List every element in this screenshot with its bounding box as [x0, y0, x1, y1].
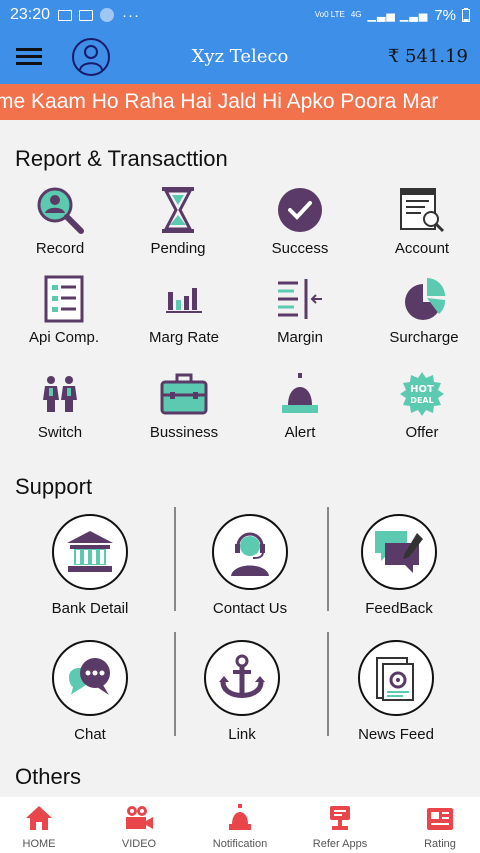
wallet-balance[interactable]: ₹ 541.19	[388, 46, 468, 67]
document-search-icon	[400, 188, 445, 233]
svg-text:DEAL: DEAL	[410, 396, 433, 405]
grid-item-label: Offer	[405, 424, 439, 441]
battery-percent: 7%	[434, 6, 456, 24]
rating-icon	[427, 808, 453, 830]
news-feed-icon	[376, 657, 414, 701]
nav-label: Refer Apps	[312, 838, 368, 850]
chat-icon	[69, 658, 110, 695]
grid-item-label: Pending	[150, 240, 206, 257]
hot-deal-icon: HOTDEAL	[400, 372, 444, 416]
others-section-title: Others	[15, 764, 82, 789]
support-item-label: Contact Us	[212, 600, 288, 617]
hourglass-icon	[162, 187, 194, 233]
gallery-icon	[58, 9, 73, 21]
grid-item-offer[interactable]: HOT DEAL Offer	[362, 368, 480, 441]
support-item-label: Link	[228, 726, 256, 743]
check-circle-icon	[278, 188, 322, 232]
signal-icon: ▁▃▅ ▁▃▅	[367, 9, 429, 22]
grid-item-pending[interactable]: Pending	[118, 184, 238, 257]
grid-item-label: Switch	[37, 424, 83, 441]
nav-notification[interactable]: Notification	[192, 797, 288, 850]
feedback-icon	[375, 531, 423, 573]
notification-bell-icon	[229, 804, 251, 830]
grid-item-success[interactable]: Success	[240, 184, 360, 257]
grid-item-alert[interactable]: Alert	[240, 368, 360, 441]
grid-item-switch[interactable]: Switch	[0, 368, 120, 441]
grid-item-bussiness[interactable]: Bussiness	[124, 368, 244, 441]
bottom-navigation: HOME VIDEO Notification Refer Apps Ratin…	[0, 797, 480, 853]
nav-label: HOME	[22, 838, 56, 850]
app-notification-icon	[100, 8, 115, 22]
support-item-feedback[interactable]: FeedBack	[323, 514, 475, 617]
status-bar: 23:20 ··· Vo0 LTE 4G ▁▃▅ ▁▃▅ 7%	[0, 0, 480, 30]
grid-item-label: Api Comp.	[28, 329, 100, 346]
grid-item-label: Record	[35, 240, 85, 257]
grid-item-api-comp[interactable]: Api Comp.	[4, 273, 124, 346]
grid-item-label: Marg Rate	[148, 329, 220, 346]
bar-chart-icon	[166, 288, 202, 313]
support-item-link[interactable]: Link	[166, 640, 318, 743]
support-item-label: Chat	[74, 726, 106, 743]
bank-icon	[67, 531, 113, 572]
grid-item-margin[interactable]: Margin	[240, 273, 360, 346]
grid-item-label: Account	[394, 240, 450, 257]
anchor-icon	[219, 654, 265, 698]
briefcase-icon	[160, 373, 208, 415]
marquee-text: me Kaam Ho Raha Hai Jald Hi Apko Poora M…	[0, 90, 439, 113]
support-item-news-feed[interactable]: News Feed	[320, 640, 472, 743]
network-label: Vo0 LTE	[314, 10, 345, 19]
nav-label: VIDEO	[121, 838, 157, 850]
svg-text:HOT: HOT	[410, 384, 434, 395]
signal-label: 4G	[350, 10, 362, 19]
margin-icon	[278, 279, 322, 319]
nav-refer-apps[interactable]: Refer Apps	[292, 797, 388, 850]
nav-rating[interactable]: Rating	[392, 797, 480, 850]
grid-item-marg-rate[interactable]: Marg Rate	[124, 273, 244, 346]
headset-agent-icon	[231, 532, 269, 576]
support-item-label: News Feed	[358, 726, 434, 743]
video-camera-icon	[126, 806, 153, 829]
grid-item-label: Success	[271, 240, 329, 257]
grid-item-label: Margin	[277, 329, 323, 346]
nav-video[interactable]: VIDEO	[91, 797, 187, 850]
people-icon	[43, 376, 77, 412]
support-section-title: Support	[15, 474, 93, 499]
support-item-contact-us[interactable]: Contact Us	[174, 514, 326, 617]
grid-item-label: Bussiness	[149, 424, 219, 441]
battery-icon	[462, 8, 470, 22]
nav-label: Notification	[212, 838, 268, 850]
more-notifications-icon: ···	[122, 6, 141, 24]
grid-item-account[interactable]: Account	[362, 184, 480, 257]
grid-item-label: Alert	[284, 424, 316, 441]
status-time: 23:20	[10, 6, 51, 23]
grid-item-surcharge[interactable]: Surcharge	[364, 273, 480, 346]
nav-home[interactable]: HOME	[0, 797, 87, 850]
support-item-label: FeedBack	[365, 600, 433, 617]
support-item-chat[interactable]: Chat	[14, 640, 166, 743]
support-item-label: Bank Detail	[51, 600, 129, 617]
app-bar: Xyz Teleco ₹ 541.19	[0, 30, 480, 84]
announcement-marquee: me Kaam Ho Raha Hai Jald Hi Apko Poora M…	[0, 84, 480, 120]
support-item-bank-detail[interactable]: Bank Detail	[14, 514, 166, 617]
bell-icon	[282, 373, 318, 413]
search-user-icon	[37, 187, 84, 234]
nav-label: Rating	[424, 838, 456, 850]
grid-item-record[interactable]: Record	[0, 184, 120, 257]
screen-icon	[79, 9, 94, 21]
home-icon	[26, 806, 52, 830]
list-document-icon	[44, 275, 84, 323]
pie-chart-icon	[405, 278, 446, 320]
grid-item-label: Surcharge	[389, 329, 459, 346]
report-section-title: Report & Transacttion	[15, 146, 228, 171]
refer-icon	[330, 806, 350, 830]
